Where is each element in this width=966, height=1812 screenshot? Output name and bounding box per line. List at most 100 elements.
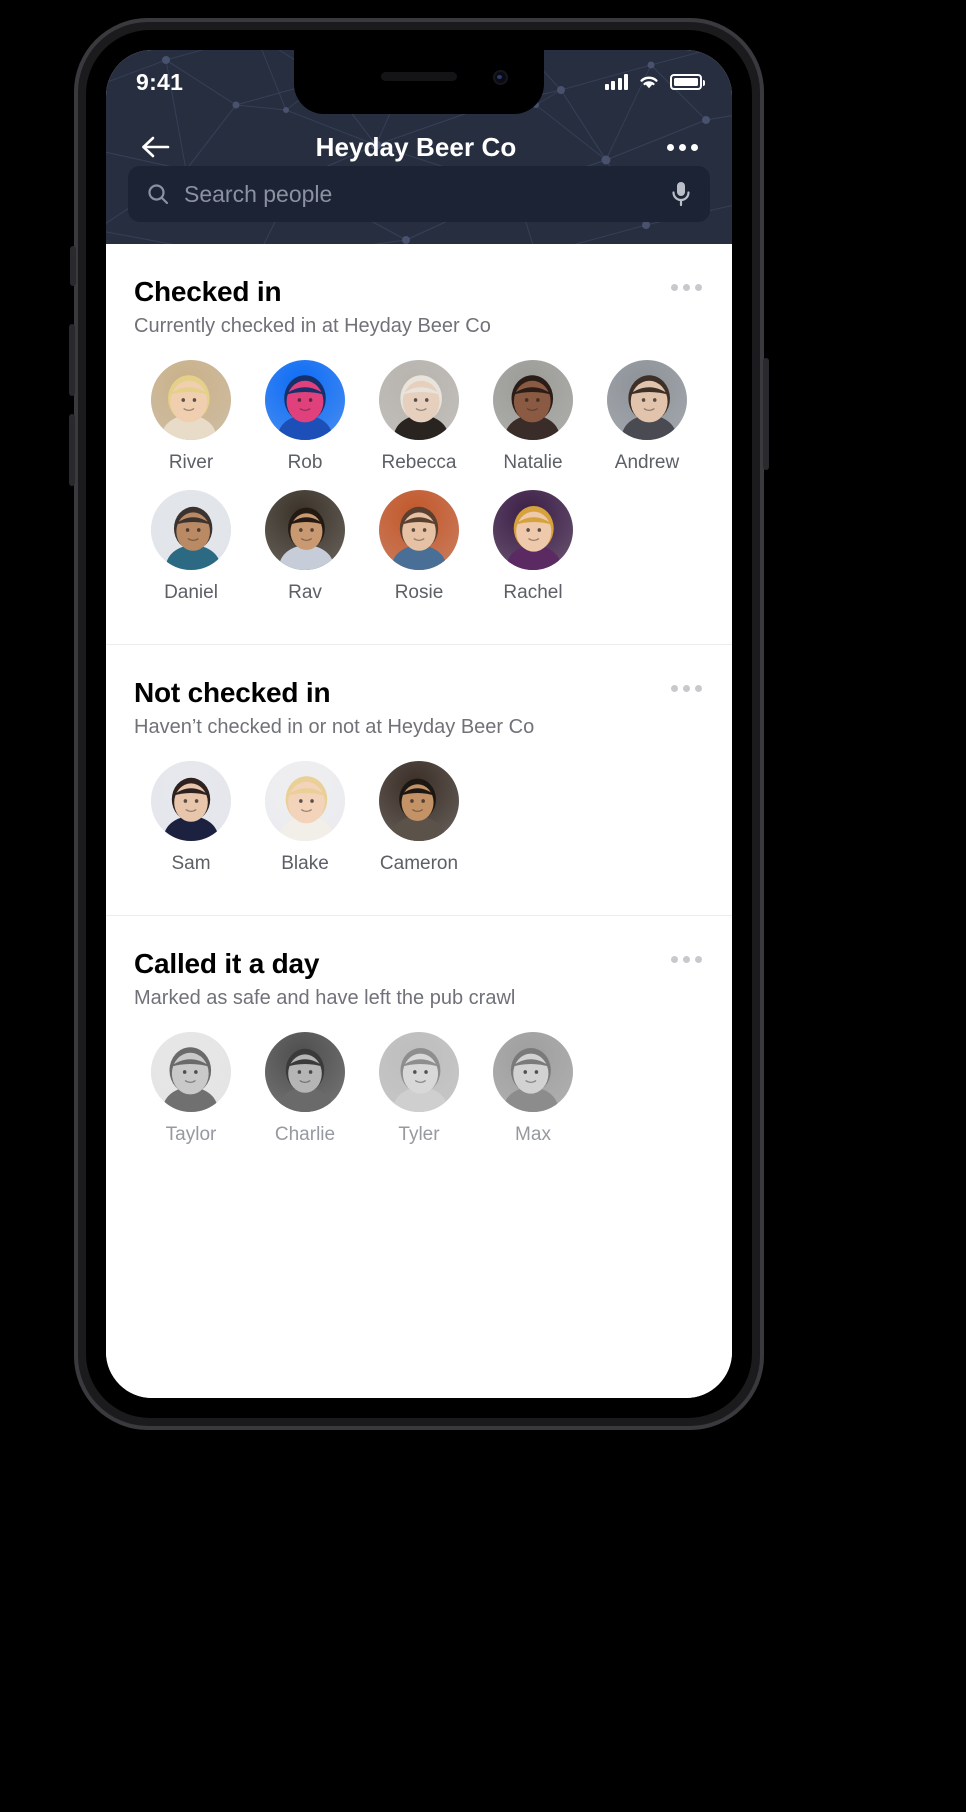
person-river[interactable]: River	[134, 360, 248, 474]
section-not-checked-in: Not checked in Haven’t checked in or not …	[106, 644, 732, 915]
volume-down-button[interactable]	[69, 414, 75, 486]
person-andrew[interactable]: Andrew	[590, 360, 704, 474]
section-header: Checked in Currently checked in at Heyday…	[134, 276, 704, 338]
avatar-image	[265, 761, 345, 841]
people-grid: Sam Blake Cameron	[134, 761, 704, 891]
avatar-image	[265, 490, 345, 570]
more-horizontal-icon	[671, 956, 678, 963]
avatar	[493, 490, 573, 570]
person-natalie[interactable]: Natalie	[476, 360, 590, 474]
avatar-image	[493, 360, 573, 440]
power-button[interactable]	[763, 358, 769, 470]
avatar	[265, 761, 345, 841]
status-bar: 9:41	[106, 50, 732, 108]
avatar-image	[493, 1032, 573, 1112]
person-name: Blake	[281, 853, 329, 874]
more-horizontal-icon	[683, 284, 690, 291]
section-called-it-a-day: Called it a day Marked as safe and have l…	[106, 915, 732, 1186]
search-input[interactable]: Search people	[128, 166, 710, 222]
person-max[interactable]: Max	[476, 1032, 590, 1146]
status-time: 9:41	[136, 68, 184, 95]
person-blake[interactable]: Blake	[248, 761, 362, 875]
volume-up-button[interactable]	[69, 324, 75, 396]
avatar	[379, 490, 459, 570]
people-grid: Taylor Charlie Tyler Max	[134, 1032, 704, 1162]
person-rav[interactable]: Rav	[248, 490, 362, 604]
avatar-image	[151, 360, 231, 440]
person-name: Natalie	[503, 452, 563, 473]
person-taylor[interactable]: Taylor	[134, 1032, 248, 1146]
section-header-text: Not checked in Haven’t checked in or not …	[134, 677, 534, 739]
people-grid: River Rob Rebecca Natalie Andrew Daniel …	[134, 360, 704, 620]
avatar-image	[379, 360, 459, 440]
person-name: Max	[515, 1124, 551, 1145]
more-horizontal-icon	[695, 685, 702, 692]
section-checked-in: Checked in Currently checked in at Heyday…	[106, 244, 732, 644]
avatar	[493, 360, 573, 440]
person-name: Rav	[288, 582, 322, 603]
more-horizontal-icon	[690, 143, 698, 151]
person-daniel[interactable]: Daniel	[134, 490, 248, 604]
microphone-icon[interactable]	[670, 180, 692, 208]
section-subtitle: Marked as safe and have left the pub cra…	[134, 987, 516, 1009]
avatar	[379, 360, 459, 440]
battery-full-icon	[670, 74, 705, 90]
avatar	[151, 1032, 231, 1112]
wifi-icon	[640, 76, 658, 89]
app-header: 9:41 Heyday Beer Co Search people	[106, 50, 732, 244]
section-header-text: Called it a day Marked as safe and have l…	[134, 948, 515, 1010]
person-tyler[interactable]: Tyler	[362, 1032, 476, 1146]
more-horizontal-icon	[671, 685, 678, 692]
avatar	[151, 761, 231, 841]
section-title: Called it a day	[134, 948, 320, 979]
section-title: Checked in	[134, 276, 282, 307]
section-more-button[interactable]	[669, 948, 704, 971]
person-rachel[interactable]: Rachel	[476, 490, 590, 604]
avatar-image	[265, 360, 345, 440]
avatar	[151, 490, 231, 570]
section-subtitle: Haven’t checked in or not at Heyday Beer…	[134, 716, 535, 738]
person-name: Rachel	[503, 582, 563, 603]
person-name: Rosie	[394, 582, 444, 603]
arrow-left-icon	[142, 136, 170, 158]
person-name: Sam	[171, 853, 211, 874]
section-header: Called it a day Marked as safe and have l…	[134, 948, 704, 1010]
more-horizontal-icon	[683, 685, 690, 692]
section-more-button[interactable]	[669, 677, 704, 700]
section-header-text: Checked in Currently checked in at Heyday…	[134, 276, 491, 338]
person-name: Cameron	[379, 853, 459, 874]
avatar	[379, 761, 459, 841]
person-name: Tyler	[398, 1124, 440, 1145]
section-more-button[interactable]	[669, 276, 704, 299]
person-name: River	[168, 452, 214, 473]
avatar	[379, 1032, 459, 1112]
avatar-image	[151, 490, 231, 570]
avatar	[493, 1032, 573, 1112]
cellular-signal-icon	[604, 74, 628, 90]
person-charlie[interactable]: Charlie	[248, 1032, 362, 1146]
people-list-content[interactable]: Checked in Currently checked in at Heyday…	[106, 244, 732, 1398]
person-rebecca[interactable]: Rebecca	[362, 360, 476, 474]
avatar-image	[493, 490, 573, 570]
search-icon	[148, 184, 169, 205]
more-horizontal-icon	[671, 284, 678, 291]
phone-screen: 9:41 Heyday Beer Co Search people Checke…	[106, 50, 732, 1398]
person-rosie[interactable]: Rosie	[362, 490, 476, 604]
avatar-image	[379, 490, 459, 570]
avatar-image	[151, 761, 231, 841]
person-name: Daniel	[164, 582, 218, 603]
search-placeholder: Search people	[184, 180, 333, 207]
phone-frame: 9:41 Heyday Beer Co Search people Checke…	[69, 18, 769, 1430]
page-title: Heyday Beer Co	[315, 131, 517, 162]
person-name: Charlie	[274, 1124, 336, 1145]
person-cameron[interactable]: Cameron	[362, 761, 476, 875]
section-title: Not checked in	[134, 677, 331, 708]
section-header: Not checked in Haven’t checked in or not …	[134, 677, 704, 739]
person-name: Taylor	[165, 1124, 217, 1145]
person-sam[interactable]: Sam	[134, 761, 248, 875]
more-horizontal-icon	[678, 143, 686, 151]
avatar	[265, 360, 345, 440]
header-more-button[interactable]	[660, 125, 704, 169]
person-rob[interactable]: Rob	[248, 360, 362, 474]
silence-switch[interactable]	[70, 246, 76, 286]
